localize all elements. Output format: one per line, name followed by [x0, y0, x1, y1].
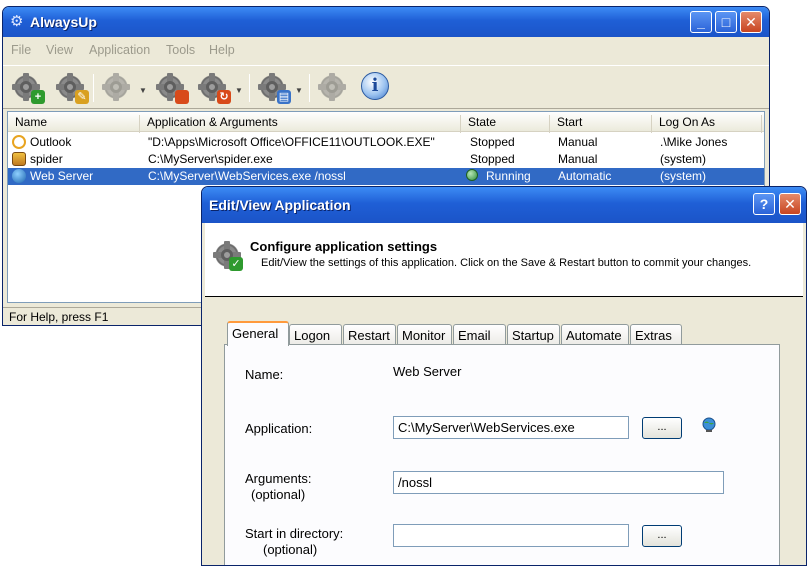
- dialog-heading: Configure application settings: [250, 239, 438, 254]
- report-button[interactable]: ▤: [257, 72, 291, 104]
- menu-file[interactable]: File: [11, 43, 31, 57]
- tab-general[interactable]: General: [227, 321, 289, 346]
- browse-directory-button[interactable]: ...: [642, 525, 682, 547]
- column-name[interactable]: Name: [8, 115, 140, 133]
- arguments-label: Arguments:: [245, 471, 312, 486]
- toolbar: + ✎ ▼ ↻ ▼ ▤ ▼ i: [3, 65, 769, 109]
- menu-application[interactable]: Application: [89, 43, 150, 57]
- table-row-selected[interactable]: Web Server C:\MyServer\WebServices.exe /…: [8, 168, 764, 185]
- name-label: Name:: [245, 367, 284, 382]
- minimize-button[interactable]: _: [690, 11, 712, 33]
- help-button[interactable]: ?: [753, 193, 775, 215]
- main-titlebar[interactable]: ⚙ AlwaysUp _ □ ✕: [3, 7, 769, 37]
- toolbar-separator: [309, 74, 310, 102]
- table-row[interactable]: spider C:\MyServer\spider.exe Stopped Ma…: [8, 151, 764, 168]
- menu-tools[interactable]: Tools: [166, 43, 195, 57]
- row-start: Manual: [558, 152, 598, 166]
- dialog-close-button[interactable]: ✕: [779, 193, 801, 215]
- toolbar-separator: [249, 74, 250, 102]
- maximize-button[interactable]: □: [715, 11, 737, 33]
- row-name: Web Server: [30, 169, 94, 183]
- menubar: File View Application Tools Help: [3, 41, 769, 61]
- column-start[interactable]: Start: [550, 115, 652, 133]
- tab-logon[interactable]: Logon: [289, 324, 342, 345]
- gear-start-icon: [102, 73, 130, 101]
- add-application-button[interactable]: +: [11, 72, 45, 104]
- menu-help[interactable]: Help: [209, 43, 235, 57]
- running-status-icon: [466, 169, 478, 181]
- globe-icon: [12, 169, 26, 183]
- row-start: Manual: [558, 135, 598, 149]
- tab-automate[interactable]: Automate: [561, 324, 629, 345]
- alwaysup-gear-icon: ⚙: [10, 13, 24, 30]
- column-state[interactable]: State: [461, 115, 550, 133]
- dialog-subheading: Edit/View the settings of this applicati…: [261, 257, 752, 269]
- tab-restart[interactable]: Restart: [343, 324, 396, 345]
- status-text: For Help, press F1: [9, 310, 109, 324]
- tab-startup[interactable]: Startup: [507, 324, 560, 345]
- name-value: Web Server: [393, 364, 462, 379]
- table-row[interactable]: Outlook "D:\Apps\Microsoft Office\OFFICE…: [8, 134, 764, 151]
- globe-icon: [702, 417, 716, 432]
- spider-icon: [12, 152, 26, 166]
- row-name: Outlook: [30, 135, 72, 149]
- row-logon: .\Mike Jones: [660, 135, 728, 149]
- dialog-titlebar[interactable]: Edit/View Application ? ✕: [202, 187, 806, 223]
- row-state: Stopped: [470, 152, 515, 166]
- close-button[interactable]: ✕: [740, 11, 762, 33]
- restart-application-button[interactable]: ↻: [197, 72, 231, 104]
- start-directory-optional-label: (optional): [263, 542, 318, 557]
- tab-extras[interactable]: Extras: [630, 324, 682, 345]
- application-label: Application:: [245, 421, 313, 436]
- row-name: spider: [30, 152, 63, 166]
- gear-delete-icon: [318, 73, 346, 101]
- application-field[interactable]: C:\MyServer\WebServices.exe: [393, 416, 629, 439]
- list-header: Name Application & Arguments State Start…: [8, 112, 764, 133]
- tab-monitor[interactable]: Monitor: [397, 324, 452, 345]
- arguments-field[interactable]: /nossl: [393, 471, 724, 494]
- stop-application-button[interactable]: [155, 72, 189, 104]
- row-logon: (system): [660, 152, 706, 166]
- start-directory-field[interactable]: [393, 524, 629, 547]
- about-button[interactable]: i: [359, 72, 393, 104]
- edit-application-button[interactable]: ✎: [55, 72, 89, 104]
- dialog-header: ✓ Configure application settings Edit/Vi…: [205, 223, 803, 297]
- edit-view-application-dialog: Edit/View Application ? ✕ ✓ Configure ap…: [201, 186, 807, 566]
- row-state: Stopped: [470, 135, 515, 149]
- arguments-optional-label: (optional): [251, 487, 306, 502]
- column-logon[interactable]: Log On As: [652, 115, 762, 133]
- row-state: Running: [486, 169, 531, 183]
- row-start: Automatic: [558, 169, 612, 183]
- row-application: "D:\Apps\Microsoft Office\OFFICE11\OUTLO…: [148, 135, 435, 149]
- delete-application-button[interactable]: [317, 72, 351, 104]
- report-dropdown-icon[interactable]: ▼: [295, 86, 303, 95]
- restart-dropdown-icon[interactable]: ▼: [235, 86, 243, 95]
- start-directory-label: Start in directory:: [245, 526, 344, 541]
- general-tab-page: Name: Web Server Application: C:\MyServe…: [224, 344, 780, 565]
- tab-email[interactable]: Email: [453, 324, 506, 345]
- browse-application-button[interactable]: ...: [642, 417, 682, 439]
- row-application: C:\MyServer\spider.exe: [148, 152, 273, 166]
- menu-view[interactable]: View: [46, 43, 73, 57]
- start-dropdown-icon[interactable]: ▼: [139, 86, 147, 95]
- outlook-clock-icon: [12, 135, 26, 149]
- info-icon: i: [361, 72, 389, 100]
- window-title: AlwaysUp: [30, 14, 97, 30]
- toolbar-separator: [93, 74, 94, 102]
- dialog-title: Edit/View Application: [209, 197, 351, 213]
- row-logon: (system): [660, 169, 706, 183]
- row-application: C:\MyServer\WebServices.exe /nossl: [148, 169, 346, 183]
- column-application[interactable]: Application & Arguments: [140, 115, 461, 133]
- start-application-button[interactable]: [101, 72, 135, 104]
- configure-gear-icon: ✓: [211, 239, 245, 273]
